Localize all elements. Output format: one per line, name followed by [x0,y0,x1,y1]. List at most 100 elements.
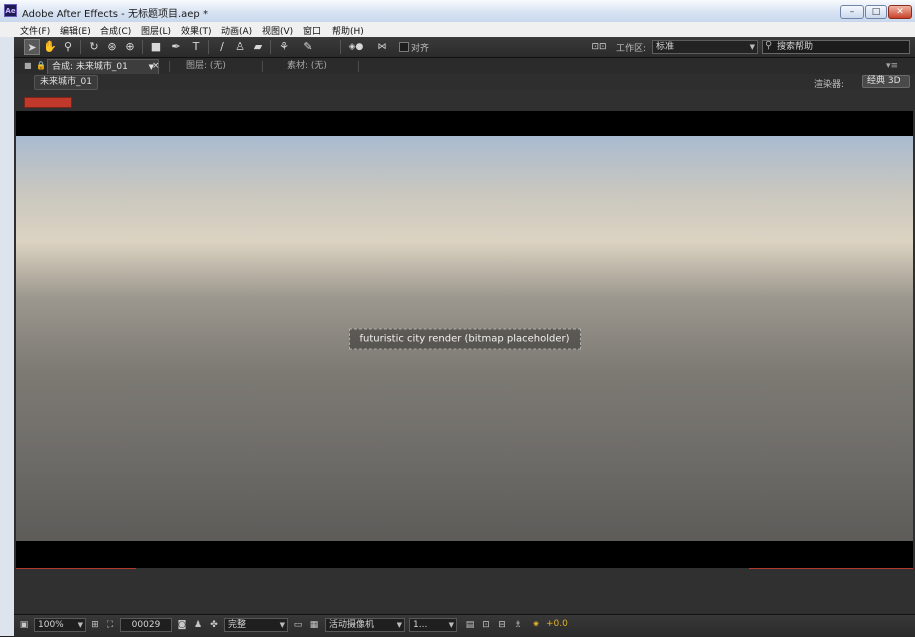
tab-divider [358,61,359,72]
channel-color-icon[interactable]: ✤ [208,619,220,631]
tool-separator [340,40,341,54]
viewer-tab-bar: ■ 🔒 合成: 未来城市_01 ▼ × 图层: (无) 素材: (无) ▾≡ [14,58,915,75]
selection-tool-icon[interactable]: ➤ [24,39,40,55]
snap-checkbox[interactable] [399,42,409,52]
workspace-cycle-icon[interactable]: ⊡⊡ [591,39,607,55]
tab-footage[interactable]: 素材: (无) [287,59,327,74]
composition-tab-label: 合成: 未来城市_01 [52,62,128,72]
tools-panel: ➤ ✋ ⚲ ↻ ⊛ ⊕ ■ ✒ T ∕ ♙ ▰ ⚘ ✎ ◈● ⋈ 对齐 ⊡⊡ 工… [14,37,915,58]
tool-separator [208,40,209,54]
tab-divider [262,61,263,72]
fast-previews-icon[interactable]: ⊡ [480,619,492,631]
clone-stamp-tool-icon[interactable]: ♙ [232,39,248,55]
close-button[interactable]: ✕ [888,5,912,19]
snapshot-camera-icon[interactable]: ◙ [176,619,188,631]
composition-breadcrumb[interactable]: 未来城市_01 [34,75,98,90]
timecode-field[interactable]: 00029 [120,618,172,632]
brush-tool-icon[interactable]: ∕ [214,39,230,55]
menu-bar: 文件(F) 编辑(E) 合成(C) 图层(L) 效果(T) 动画(A) 视图(V… [0,22,915,38]
menu-composition[interactable]: 合成(C) [100,24,131,37]
show-snapshot-icon[interactable]: ♟ [192,619,204,631]
search-help-input[interactable]: ⚲ 搜索帮助 [762,40,910,54]
minimize-icon: – [849,7,855,17]
hand-tool-icon[interactable]: ✋ [42,39,58,55]
rotate-tool-icon[interactable]: ↻ [86,39,102,55]
always-preview-icon[interactable]: ▣ [18,619,30,631]
composition-viewer[interactable]: futuristic city render (bitmap placehold… [14,90,915,614]
axis-mode-icon[interactable]: ◈● [348,39,364,55]
minimize-button[interactable]: – [840,5,864,19]
viewer-controls-bar: ▣ 100% ▼ ⊞ ⛶ 00029 ◙ ♟ ✤ 完整 ▼ ▭ ▦ 活动摄像机 … [14,614,915,637]
menu-effect[interactable]: 效果(T) [181,24,212,37]
workspace-value: 标准 [656,42,675,52]
region-marker-line [749,568,913,569]
chevron-down-icon: ▼ [396,621,402,629]
letterbox-top [16,111,913,136]
chevron-down-icon: ▼ [448,621,454,629]
chevron-down-icon: ▼ [279,621,285,629]
tool-separator [270,40,271,54]
lock-icon[interactable]: 🔒 [36,59,46,74]
timeline-icon[interactable]: ⊟ [496,619,508,631]
window-title-bar: Ae Adobe After Effects - 无标题项目.aep * – □… [0,0,915,23]
exposure-icon[interactable]: ✷ [530,619,542,631]
tool-separator [80,40,81,54]
ae-app-icon: Ae [4,4,17,17]
roto-brush-tool-icon[interactable]: ⚘ [276,39,292,55]
renderer-button[interactable]: 经典 3D [862,75,910,88]
rectangle-tool-icon[interactable]: ■ [148,39,164,55]
tab-layer[interactable]: 图层: (无) [186,59,226,74]
transparency-grid-icon[interactable]: ▦ [308,619,320,631]
panel-options-icon[interactable]: ▾≡ [886,59,898,74]
camera-value: 活动摄像机 [329,620,375,630]
zoom-select[interactable]: 100% ▼ [34,618,86,632]
zoom-tool-icon[interactable]: ⚲ [60,39,76,55]
composition-navigator-bar: 未来城市_01 渲染器: 经典 3D [14,74,915,90]
eraser-tool-icon[interactable]: ▰ [250,39,266,55]
maximize-icon: □ [871,7,881,17]
menu-view[interactable]: 视图(V) [262,24,293,37]
menu-animation[interactable]: 动画(A) [221,24,252,37]
snap-label: 对齐 [411,44,430,54]
search-placeholder: 搜索帮助 [777,42,814,52]
fit-frame-icon[interactable]: ⊞ [89,619,101,631]
puppet-pin-tool-icon[interactable]: ✎ [300,39,316,55]
letterbox-bottom [16,541,913,568]
scene-placeholder-label: futuristic city render (bitmap placehold… [348,328,581,349]
pan-behind-tool-icon[interactable]: ⊕ [122,39,138,55]
zoom-value: 100% [38,620,64,630]
chevron-down-icon: ▼ [749,43,755,51]
resolution-select[interactable]: 完整 ▼ [224,618,288,632]
flowchart-icon[interactable]: ♗ [512,619,524,631]
tab-composition[interactable]: 合成: 未来城市_01 ▼ [47,59,159,74]
region-of-interest-icon[interactable]: ▭ [292,619,304,631]
camera-select[interactable]: 活动摄像机 ▼ [325,618,405,632]
close-icon: ✕ [896,7,904,17]
region-marker-line [16,568,136,569]
resolution-value: 完整 [228,620,247,630]
composition-color-label [24,97,72,108]
toggle-pixel-aspect-icon[interactable]: ▤ [464,619,476,631]
type-tool-icon[interactable]: T [188,39,204,55]
world-axis-icon[interactable]: ⋈ [374,39,390,55]
workspace-select[interactable]: 标准 ▼ [652,40,758,54]
tab-divider [169,61,170,72]
camera-orbit-tool-icon[interactable]: ⊛ [104,39,120,55]
menu-file[interactable]: 文件(F) [20,24,50,37]
menu-window[interactable]: 窗口 [303,24,321,37]
menu-help[interactable]: 帮助(H) [332,24,364,37]
title-safe-icon[interactable]: ⛶ [104,619,116,631]
pen-tool-icon[interactable]: ✒ [168,39,184,55]
maximize-button[interactable]: □ [865,5,887,19]
scene-render-image[interactable]: futuristic city render (bitmap placehold… [16,136,913,541]
workspace-label: 工作区: [616,44,647,54]
renderer-label: 渲染器: [814,80,845,90]
menu-edit[interactable]: 编辑(E) [60,24,91,37]
panel-menu-icon[interactable]: ■ [24,59,32,74]
view-layout-select[interactable]: 1... ▼ [409,618,457,632]
close-tab-icon[interactable]: × [152,59,160,74]
chevron-down-icon: ▼ [77,621,83,629]
menu-layer[interactable]: 图层(L) [141,24,171,37]
exposure-value[interactable]: +0.0 [546,619,568,629]
window-left-edge [0,37,15,636]
